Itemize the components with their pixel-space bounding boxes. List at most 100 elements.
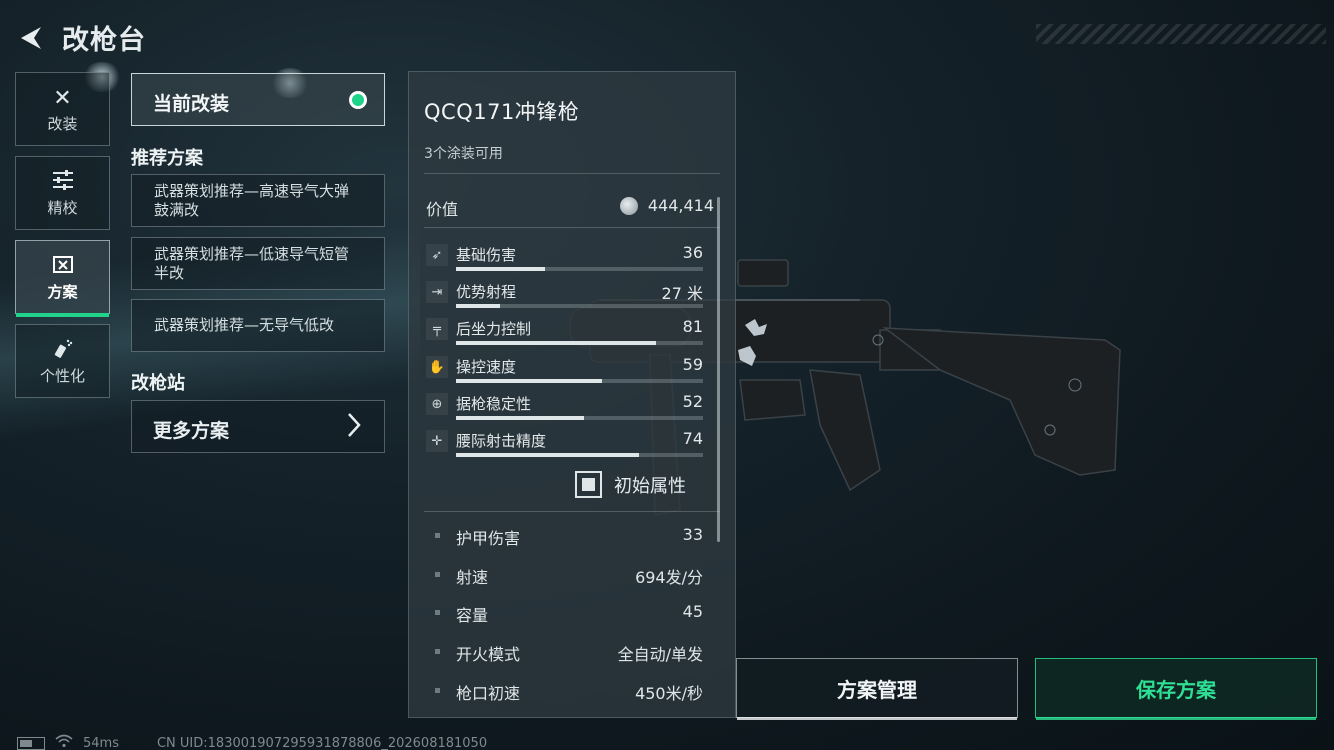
attribute-value: 33 bbox=[682, 525, 703, 544]
preset-item[interactable]: 武器策划推荐—低速导气短管半改 bbox=[131, 237, 385, 290]
bullet-icon bbox=[435, 649, 440, 654]
bullet-icon bbox=[435, 610, 440, 615]
range-icon: ⇥ bbox=[426, 281, 448, 303]
tab-label: 个性化 bbox=[39, 366, 85, 385]
tab-label: 改装 bbox=[47, 114, 78, 133]
stat-name: 后坐力控制 bbox=[456, 320, 532, 338]
bullet-icon bbox=[435, 572, 440, 577]
stat-name: 操控速度 bbox=[456, 358, 517, 376]
station-section-title: 改枪站 bbox=[131, 373, 185, 394]
tab-tuning[interactable]: 精校 bbox=[15, 156, 110, 230]
stat-value: 74 bbox=[682, 429, 703, 448]
checkbox[interactable] bbox=[575, 471, 602, 498]
weapon-stats-panel: QCQ171冲锋枪 3个涂装可用 价值 444,414 ➶ 基础伤害 36 ⇥ … bbox=[408, 71, 736, 718]
blueprint-icon bbox=[52, 253, 74, 281]
stat-value: 27 米 bbox=[661, 284, 703, 303]
stat-value: 59 bbox=[682, 355, 703, 374]
divider bbox=[424, 173, 720, 174]
stat-bar-fill bbox=[456, 267, 545, 271]
stat-row: ⊕ 据枪稳定性 52 bbox=[426, 392, 703, 427]
damage-icon: ➶ bbox=[426, 244, 448, 266]
recommend-section-title: 推荐方案 bbox=[131, 148, 203, 169]
status-bar: 54ms CN UID:18300190729593187880​6_20260… bbox=[17, 734, 487, 750]
ping-text: 54ms bbox=[83, 735, 119, 750]
stat-bar-fill bbox=[456, 304, 501, 308]
stat-row: ➶ 基础伤害 36 bbox=[426, 243, 703, 278]
attribute-name: 护甲伤害 bbox=[456, 529, 521, 548]
preset-item[interactable]: 武器策划推荐—高速导气大弹鼓满改 bbox=[131, 174, 385, 227]
stat-value: 81 bbox=[682, 317, 703, 336]
wifi-icon bbox=[55, 734, 73, 750]
stat-value: 36 bbox=[682, 243, 703, 262]
tab-plan[interactable]: 方案 bbox=[15, 240, 110, 317]
back-arrow-icon[interactable] bbox=[16, 23, 46, 53]
stat-name: 腰际射击精度 bbox=[456, 432, 547, 450]
stats-scrollbar[interactable] bbox=[717, 197, 720, 542]
wrench-screwdriver-icon: ✕ bbox=[53, 85, 72, 111]
attribute-value: 45 bbox=[682, 602, 703, 621]
recoil-icon: ╤ bbox=[426, 318, 448, 340]
preset-label: 武器策划推荐—高速导气大弹鼓满改 bbox=[154, 181, 350, 219]
tab-label: 方案 bbox=[47, 282, 78, 301]
chevron-right-icon bbox=[346, 411, 362, 446]
stat-bar-fill bbox=[456, 341, 657, 345]
attribute-value: 450米/秒 bbox=[635, 684, 703, 703]
attribute-value: 694发/分 bbox=[635, 568, 703, 587]
current-loadout-button[interactable]: 当前改装 bbox=[131, 73, 385, 126]
skins-available: 3个涂装可用 bbox=[424, 146, 503, 162]
value-row: 价值 444,414 bbox=[426, 196, 714, 220]
stat-name: 据枪稳定性 bbox=[456, 395, 532, 413]
page-title: 改枪台 bbox=[62, 25, 146, 56]
stat-bar bbox=[456, 453, 703, 457]
tab-label: 精校 bbox=[47, 198, 78, 217]
decorative-stripes bbox=[1036, 24, 1326, 44]
stat-bar bbox=[456, 341, 703, 345]
stat-name: 优势射程 bbox=[456, 283, 517, 301]
more-plans-label: 更多方案 bbox=[153, 420, 230, 442]
value-label: 价值 bbox=[426, 200, 459, 219]
stat-bar-fill bbox=[456, 379, 602, 383]
sliders-icon bbox=[51, 169, 75, 197]
attribute-name: 开火模式 bbox=[456, 645, 521, 664]
stat-bar-fill bbox=[456, 416, 585, 420]
save-plan-button[interactable]: 保存方案 bbox=[1035, 658, 1317, 720]
current-loadout-label: 当前改装 bbox=[153, 93, 230, 115]
stat-value: 52 bbox=[682, 392, 703, 411]
hipfire-icon: ✛ bbox=[426, 430, 448, 452]
coin-icon bbox=[619, 196, 638, 215]
preset-label: 武器策划推荐—低速导气短管半改 bbox=[154, 244, 350, 282]
stat-bar bbox=[456, 304, 703, 308]
attribute-name: 射速 bbox=[456, 568, 489, 587]
attribute-name: 枪口初速 bbox=[456, 684, 521, 703]
selected-indicator-icon bbox=[349, 91, 367, 109]
stat-row: ✛ 腰际射击精度 74 bbox=[426, 429, 703, 464]
more-plans-button[interactable]: 更多方案 bbox=[131, 400, 385, 453]
spray-can-icon bbox=[52, 337, 74, 365]
stat-bar bbox=[456, 267, 703, 271]
uid-text: CN UID:18300190729593187880​6_2026081810… bbox=[156, 735, 488, 750]
base-attributes-label: 初始属性 bbox=[614, 475, 686, 497]
value-amount: 444,414 bbox=[647, 196, 714, 215]
divider bbox=[424, 227, 720, 228]
stat-bar-fill bbox=[456, 453, 639, 457]
stat-row: ⇥ 优势射程 27 米 bbox=[426, 281, 703, 315]
stat-name: 基础伤害 bbox=[456, 246, 517, 264]
tab-modify[interactable]: ✕ 改装 bbox=[15, 72, 110, 146]
bullet-icon bbox=[435, 533, 440, 538]
tab-personalize[interactable]: 个性化 bbox=[15, 324, 110, 398]
stat-bar bbox=[456, 416, 703, 420]
base-attributes-toggle[interactable]: 初始属性 bbox=[575, 471, 686, 498]
weapon-name: QCQ171冲锋枪 bbox=[424, 100, 580, 124]
stat-bar bbox=[456, 379, 703, 383]
handling-icon: ✋ bbox=[426, 356, 448, 378]
manage-plans-button[interactable]: 方案管理 bbox=[736, 658, 1018, 720]
stability-icon: ⊕ bbox=[426, 393, 448, 415]
stat-row: ╤ 后坐力控制 81 bbox=[426, 317, 703, 352]
divider bbox=[424, 511, 720, 512]
attribute-name: 容量 bbox=[456, 606, 489, 625]
header: 改枪台 bbox=[16, 18, 146, 57]
stat-row: ✋ 操控速度 59 bbox=[426, 355, 703, 390]
preset-item[interactable]: 武器策划推荐—无导气低改 bbox=[131, 299, 385, 352]
attribute-value: 全自动/单发 bbox=[617, 645, 703, 664]
bullet-icon bbox=[435, 688, 440, 693]
